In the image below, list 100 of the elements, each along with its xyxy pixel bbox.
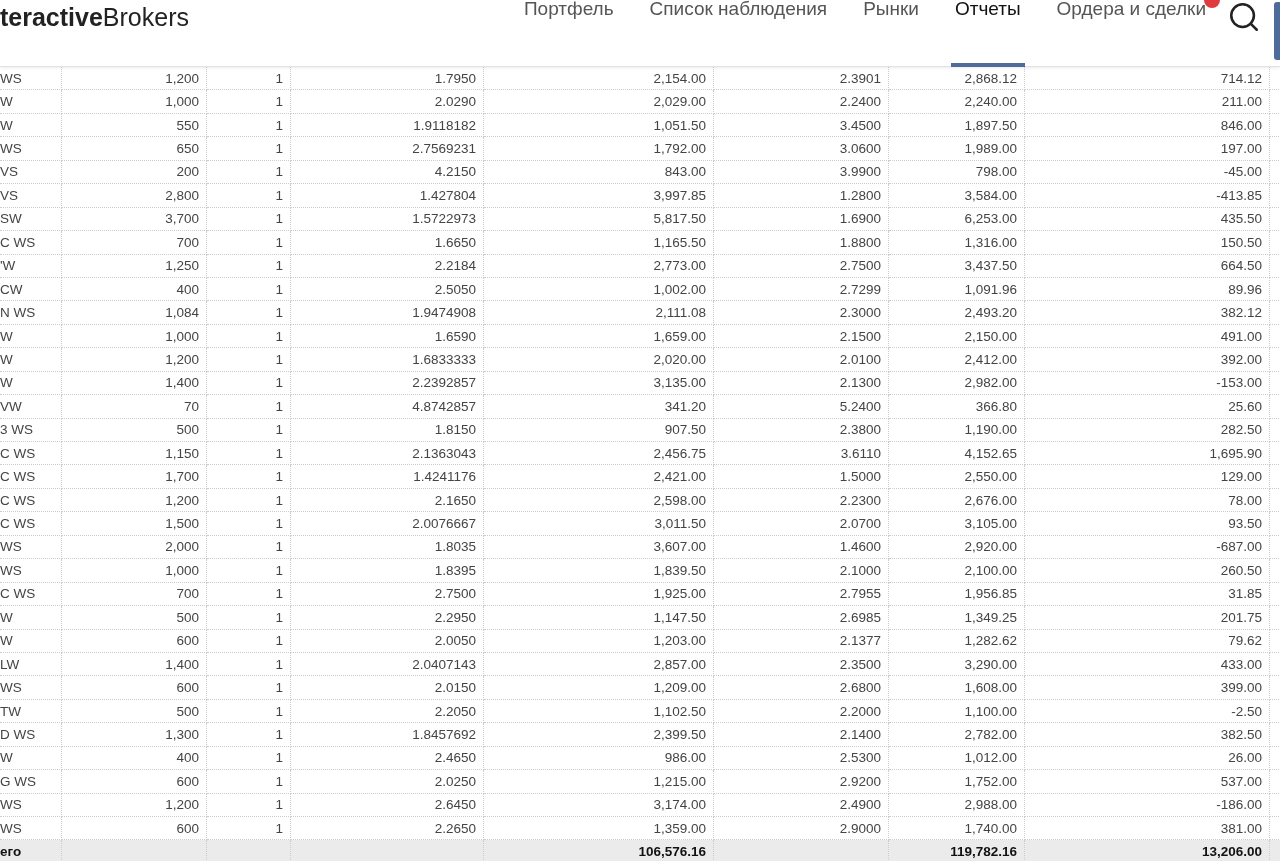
table-cell: 1,695.90: [1025, 442, 1270, 466]
table-cell: 79.62: [1025, 629, 1270, 653]
table-cell: 1.6590: [291, 324, 484, 349]
table-cell: 4,152.65: [889, 442, 1025, 466]
table-cell: 2,988.00: [889, 793, 1025, 817]
table-cell: 1.8035: [291, 535, 484, 560]
table-cell: 1,200: [62, 488, 207, 513]
table-cell: 907.50: [484, 418, 714, 442]
table-cell: 2,456.75: [484, 442, 714, 466]
table-cell: 1: [207, 465, 291, 489]
table-cell: 433.00: [1025, 652, 1270, 677]
table-cell: 260.50: [1025, 559, 1270, 583]
table-cell: WS: [0, 137, 62, 161]
nav-tab[interactable]: Отчеты: [936, 0, 1039, 66]
table-cell: 6,253.00: [889, 207, 1025, 232]
table-cell: C WS: [0, 465, 62, 489]
table-cell: 1: [207, 231, 291, 255]
search-icon[interactable]: [1227, 0, 1261, 34]
table-cell: WS: [0, 67, 62, 91]
table-cell: 1.427804: [291, 184, 484, 208]
table-cell: VW: [0, 395, 62, 419]
table-cell: 1,740.00: [889, 817, 1025, 841]
table-cell: -153.00: [1025, 371, 1270, 396]
table-cell: 2.7500: [714, 254, 889, 278]
table-cell: 3,997.85: [484, 184, 714, 208]
table-cell: 1.5000: [714, 465, 889, 489]
table-cell: 2.2184: [291, 254, 484, 278]
table-cell: 600: [62, 629, 207, 653]
table-cell: 31.85: [1025, 582, 1270, 607]
table-cell: 1,956.85: [889, 582, 1025, 607]
table-cell: 1: [207, 559, 291, 583]
table-cell: 1,897.50: [889, 113, 1025, 138]
table-cell: 1,147.50: [484, 606, 714, 630]
table-cell: 1: [207, 301, 291, 325]
table-cell: 1,084: [62, 301, 207, 325]
table-cell: 392.00: [1025, 348, 1270, 372]
table-cell: 2.2400: [714, 90, 889, 114]
table-cell: 1.9118182: [291, 113, 484, 138]
table-cell: 2,550.00: [889, 465, 1025, 489]
table-cell: -2.50: [1025, 699, 1270, 724]
table-cell: 341.20: [484, 395, 714, 419]
table-cell: 1.9474908: [291, 301, 484, 325]
nav-tab[interactable]: Ордера и сделки: [1038, 0, 1224, 66]
table-cell: C WS: [0, 488, 62, 513]
table-cell: 1: [207, 348, 291, 372]
table-cell: 1: [207, 793, 291, 817]
table-cell: 366.80: [889, 395, 1025, 419]
table-cell: 3,607.00: [484, 535, 714, 560]
table-cell: TW: [0, 699, 62, 724]
table-cell: 2.3500: [714, 652, 889, 677]
table-cell: 2.5050: [291, 277, 484, 302]
table-cell: 3.4500: [714, 113, 889, 138]
table-cell: 1: [207, 699, 291, 724]
table-cell: 1,608.00: [889, 676, 1025, 700]
table-cell: 846.00: [1025, 113, 1270, 138]
table-cell: -413.85: [1025, 184, 1270, 208]
table-cell: 1,400: [62, 652, 207, 677]
table-cell: 650: [62, 137, 207, 161]
table-cell: 2.2000: [714, 699, 889, 724]
table-cell: 1.5722973: [291, 207, 484, 232]
table-cell: 1,209.00: [484, 676, 714, 700]
table-cell: 3.6110: [714, 442, 889, 466]
table-cell: W: [0, 746, 62, 771]
table-cell: 3,174.00: [484, 793, 714, 817]
table-cell: 2.2650: [291, 817, 484, 841]
nav-tab[interactable]: Портфель: [505, 0, 632, 66]
table-cell: 3,437.50: [889, 254, 1025, 278]
table-cell: 382.50: [1025, 723, 1270, 747]
table-cell: 2.7955: [714, 582, 889, 607]
table-cell: 2.9200: [714, 770, 889, 794]
table-cell: 2,676.00: [889, 488, 1025, 513]
table-cell: 1,190.00: [889, 418, 1025, 442]
table-cell: 2.9000: [714, 817, 889, 841]
table-cell: 2.0100: [714, 348, 889, 372]
table-cell: C WS: [0, 512, 62, 536]
table-cell: 1: [207, 629, 291, 653]
table-cell: 4.2150: [291, 160, 484, 185]
table-cell: 1.8395: [291, 559, 484, 583]
table-cell: 1,989.00: [889, 137, 1025, 161]
nav-tab[interactable]: Список наблюдения: [631, 0, 846, 66]
table-cell: 1,203.00: [484, 629, 714, 653]
table-cell: 399.00: [1025, 676, 1270, 700]
table-cell: 1,102.50: [484, 699, 714, 724]
table-cell: 1,051.50: [484, 113, 714, 138]
table-cell: 93.50: [1025, 512, 1270, 536]
nav-tab[interactable]: Рынки: [845, 0, 937, 66]
table-cell: 2,111.08: [484, 301, 714, 325]
table-cell: 2,029.00: [484, 90, 714, 114]
table-cell: 1: [207, 418, 291, 442]
table-cell: 1,200: [62, 793, 207, 817]
table-cell: 1: [207, 817, 291, 841]
table-cell: 'W: [0, 254, 62, 278]
table-cell: G WS: [0, 770, 62, 794]
table-cell: 2.6985: [714, 606, 889, 630]
table-cell: 1.6833333: [291, 348, 484, 372]
brand-logo[interactable]: teractiveBrokers: [0, 0, 506, 32]
table-cell: D WS: [0, 723, 62, 747]
table-cell: WS: [0, 817, 62, 841]
table-cell: 1,659.00: [484, 324, 714, 349]
table-cell: WS: [0, 535, 62, 560]
